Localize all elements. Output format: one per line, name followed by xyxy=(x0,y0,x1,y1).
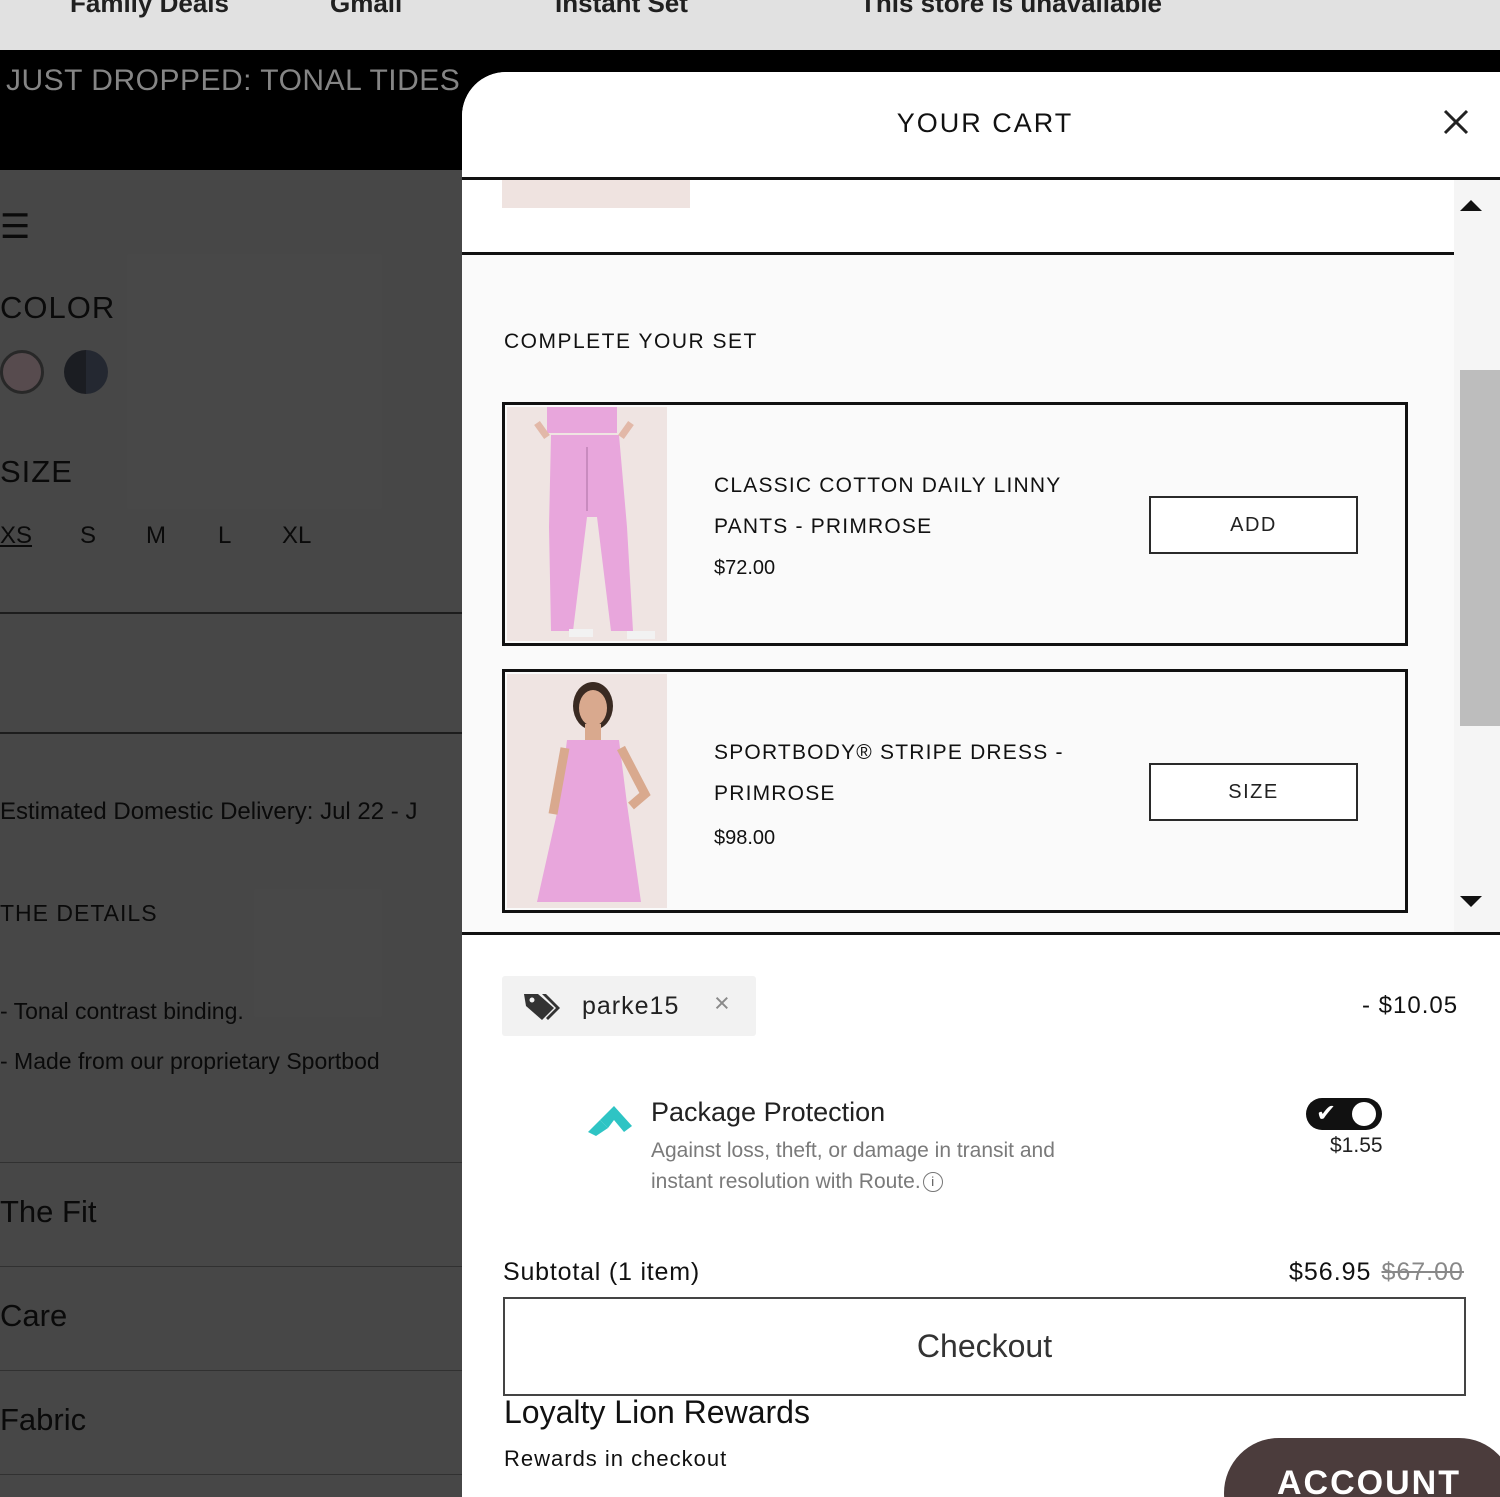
bookmark-gmail[interactable]: Gmail xyxy=(330,0,402,19)
bookmark-store-unavailable[interactable]: This store is unavailable xyxy=(860,0,1162,19)
cart-line-item xyxy=(462,180,1454,255)
product-page: ☰ COLOR SIZE XS S M L XL Estimated Domes… xyxy=(0,170,462,1497)
scroll-up-icon[interactable] xyxy=(1460,200,1482,211)
discount-amount: - $10.05 xyxy=(1362,992,1459,1019)
pants-image xyxy=(507,407,667,641)
route-logo-icon xyxy=(588,1106,632,1136)
remove-discount-icon[interactable]: × xyxy=(714,990,730,1017)
add-button[interactable]: ADD xyxy=(1149,496,1358,554)
package-protection-text: Against loss, theft, or damage in transi… xyxy=(651,1139,1055,1193)
package-protection-description: Against loss, theft, or damage in transi… xyxy=(651,1135,1071,1197)
accordion-fabric[interactable]: Fabric xyxy=(0,1402,86,1438)
size-option-xl[interactable]: XL xyxy=(282,522,311,550)
loyalty-title: Loyalty Lion Rewards xyxy=(504,1394,810,1430)
cart-header: YOUR CART xyxy=(462,72,1500,180)
subtotal-label: Subtotal (1 item) xyxy=(503,1258,701,1286)
complete-your-set-heading: COMPLETE YOUR SET xyxy=(504,330,758,353)
check-icon: ✔ xyxy=(1316,1100,1337,1127)
tag-icon xyxy=(524,994,560,1020)
package-protection-toggle[interactable]: ✔ xyxy=(1306,1098,1382,1130)
cart-item-image xyxy=(502,180,690,208)
divider xyxy=(0,1370,462,1371)
divider xyxy=(0,1162,462,1163)
upsell-product-image[interactable] xyxy=(507,674,667,908)
scroll-down-icon[interactable] xyxy=(1460,896,1482,907)
upsell-item: CLASSIC COTTON DAILY LINNY PANTS - PRIMR… xyxy=(502,402,1408,646)
bookmark-instant-set[interactable]: Instant Set xyxy=(555,0,688,19)
delivery-estimate: Estimated Domestic Delivery: Jul 22 - J xyxy=(0,798,418,825)
size-label: SIZE xyxy=(0,454,73,489)
size-option-l[interactable]: L xyxy=(218,522,231,550)
announcement-text[interactable]: JUST DROPPED: TONAL TIDES xyxy=(6,64,460,98)
upsell-product-name[interactable]: CLASSIC COTTON DAILY LINNY PANTS - PRIMR… xyxy=(714,465,1134,547)
subtotal-compare-price: $67.00 xyxy=(1381,1258,1464,1286)
cart-drawer: YOUR CART COMPLETE YOUR SET CLASSIC COTT… xyxy=(462,72,1500,1497)
size-option-s[interactable]: S xyxy=(80,522,96,550)
package-protection-title: Package Protection xyxy=(651,1097,886,1127)
upsell-item: SPORTBODY® STRIPE DRESS - PRIMROSE $98.0… xyxy=(502,669,1408,913)
close-icon[interactable] xyxy=(1436,102,1476,142)
size-option-m[interactable]: M xyxy=(146,522,166,550)
divider xyxy=(0,1266,462,1267)
accordion-care[interactable]: Care xyxy=(0,1298,67,1334)
size-option-xs[interactable]: XS xyxy=(0,522,32,550)
size-button[interactable]: SIZE xyxy=(1149,763,1358,821)
subtotal-amount: $56.95 xyxy=(1289,1258,1372,1286)
browser-bookmarks-bar: Family Deals Gmail Instant Set This stor… xyxy=(0,0,1500,50)
color-label: COLOR xyxy=(0,290,116,325)
toggle-knob xyxy=(1352,1102,1376,1126)
accordion-the-fit[interactable]: The Fit xyxy=(0,1194,96,1230)
loyalty-subtitle: Rewards in checkout xyxy=(504,1446,728,1471)
color-swatch-2[interactable] xyxy=(64,350,108,394)
bookmark-family-deals[interactable]: Family Deals xyxy=(70,0,229,19)
upsell-product-price: $72.00 xyxy=(714,557,776,579)
detail-line: - Made from our proprietary Sportbod xyxy=(0,1048,380,1074)
scrollbar-thumb[interactable] xyxy=(1460,370,1500,726)
upsell-product-name[interactable]: SPORTBODY® STRIPE DRESS - PRIMROSE xyxy=(714,732,1134,814)
subtotal-price: $56.95 $67.00 xyxy=(1289,1258,1464,1287)
scrollbar[interactable] xyxy=(1454,180,1500,932)
details-heading: THE DETAILS xyxy=(0,900,158,926)
hamburger-icon[interactable]: ☰ xyxy=(0,210,30,244)
divider xyxy=(0,612,462,614)
divider xyxy=(462,932,1500,935)
dress-image xyxy=(507,674,667,908)
cart-title: YOUR CART xyxy=(896,108,1074,138)
upsell-product-image[interactable] xyxy=(507,407,667,641)
discount-code-tag: parke15 × xyxy=(502,976,756,1036)
account-button[interactable]: ACCOUNT xyxy=(1224,1438,1500,1497)
upsell-product-price: $98.00 xyxy=(714,827,776,849)
detail-line: - Tonal contrast binding. xyxy=(0,998,244,1024)
info-icon[interactable]: i xyxy=(922,1172,943,1193)
cart-scroll-area[interactable]: COMPLETE YOUR SET CLASSIC COTTON DAILY L… xyxy=(462,180,1500,932)
divider xyxy=(0,1474,462,1475)
package-protection-price: $1.55 xyxy=(1330,1134,1383,1157)
divider xyxy=(0,732,462,734)
discount-code: parke15 xyxy=(582,992,680,1020)
color-swatch-1[interactable] xyxy=(0,350,44,394)
checkout-button[interactable]: Checkout xyxy=(503,1297,1466,1396)
